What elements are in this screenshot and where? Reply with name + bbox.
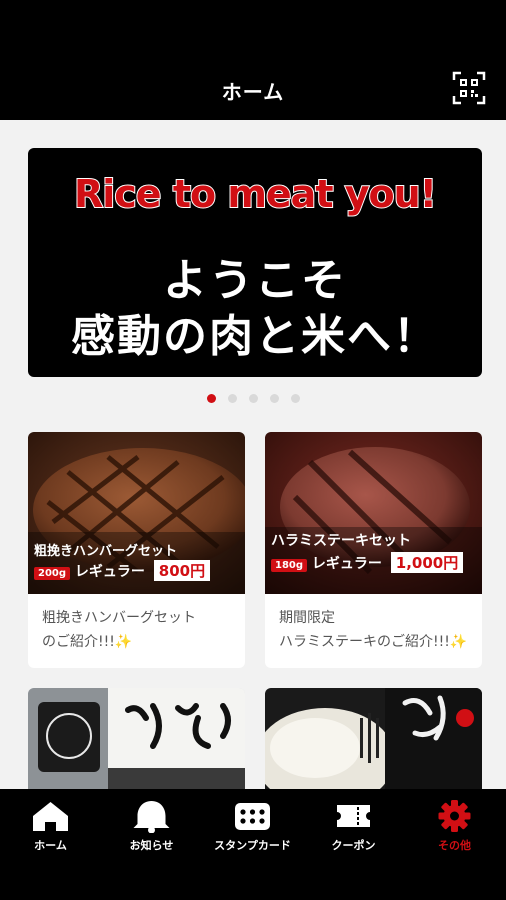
carousel-dot[interactable] [290,394,300,403]
caption-line: 粗挽きハンバーグセット [42,610,196,626]
nav-item-notices[interactable]: お知らせ [101,789,202,859]
price-label: 800円 [153,560,211,581]
nav-label: クーポン [331,839,376,852]
hero-banner[interactable]: Rice to meat you! ようこそ 感動の肉と米へ！ [28,148,482,377]
caption-line: 期間限定 [279,610,335,626]
app-header: ホーム [0,0,506,120]
gear-icon [438,800,471,832]
steak-title-overlay: ハラミステーキセット [271,533,411,549]
nav-label: その他 [438,839,471,852]
carousel-dot[interactable] [248,394,258,403]
banner-welcome-text: ようこそ [163,255,347,306]
news-card-rice[interactable] [265,688,482,789]
bell-icon [133,801,170,833]
news-card-harami-steak[interactable]: ハラミステーキセット 180g レギュラー 1,000円 期間限定 ハラミステー… [265,432,482,668]
qr-code-button[interactable] [452,71,486,105]
caption-line: ハラミステーキのご紹介!!!✨ [279,634,468,650]
price-label: 1,000円 [390,552,464,573]
home-icon [33,802,68,831]
nav-item-home[interactable]: ホーム [0,789,101,859]
carousel-indicator [0,394,506,403]
storefront-photo [28,688,245,789]
hamburger-price-overlay: 200g レギュラー 800円 [34,560,211,581]
weight-badge: 180g [271,559,308,572]
hamburger-photo: 粗挽きハンバーグセット 200g レギュラー 800円 [28,432,245,594]
carousel-dot[interactable] [227,394,237,403]
nav-label: お知らせ [129,839,174,852]
steak-photo: ハラミステーキセット 180g レギュラー 1,000円 [265,432,482,594]
caption-line: のご紹介!!!✨ [42,634,133,650]
steak-price-overlay: 180g レギュラー 1,000円 [271,552,464,573]
banner-tagline-text: 感動の肉と米へ！ [71,311,439,362]
banner-english-text: Rice to meat you! [73,171,438,217]
rice-photo [265,688,482,789]
carousel-dot[interactable] [269,394,279,403]
news-card-hamburger[interactable]: 粗挽きハンバーグセット 200g レギュラー 800円 粗挽きハンバーグセット … [28,432,245,668]
coupon-icon [337,805,370,827]
card-caption: 粗挽きハンバーグセット のご紹介!!!✨ [42,606,235,654]
card-caption: 期間限定 ハラミステーキのご紹介!!!✨ [279,606,472,654]
carousel-dot[interactable] [206,394,216,403]
nav-item-other[interactable]: その他 [404,789,505,859]
stamp-card-icon [235,803,270,830]
hamburger-title-overlay: 粗挽きハンバーグセット [34,544,178,559]
qr-code-icon [452,71,486,105]
nav-item-coupon[interactable]: クーポン [303,789,404,859]
weight-badge: 200g [34,567,71,580]
size-label: レギュラー [311,556,382,572]
size-label: レギュラー [74,564,145,580]
nav-label: ホーム [34,839,67,852]
bottom-nav: ホーム お知らせ スタンプカード クーポン その他 [0,789,506,900]
page-title: ホーム [221,80,285,104]
nav-item-stamp-card[interactable]: スタンプカード [202,789,303,859]
news-card-storefront[interactable] [28,688,245,789]
nav-label: スタンプカード [214,839,291,852]
